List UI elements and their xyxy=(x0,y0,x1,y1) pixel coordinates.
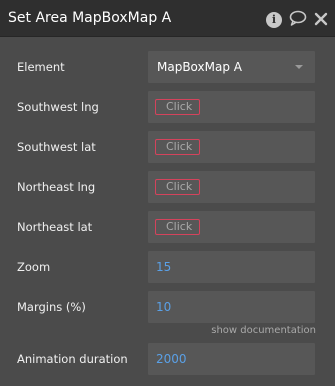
row-northeast-lng: Northeast lng Click xyxy=(0,171,335,203)
field-label: Southwest lat xyxy=(17,140,96,154)
click-button[interactable]: Click xyxy=(155,139,200,155)
southwest-lat-field[interactable]: Click xyxy=(148,131,315,163)
click-button[interactable]: Click xyxy=(155,179,200,195)
panel-header: Set Area MapBoxMap A i xyxy=(0,0,335,37)
click-button[interactable]: Click xyxy=(155,219,200,235)
click-button[interactable]: Click xyxy=(155,99,200,115)
chevron-down-icon xyxy=(295,65,303,69)
animation-duration-field[interactable]: 2000 xyxy=(148,343,315,375)
field-label: Zoom xyxy=(17,260,51,274)
northeast-lng-field[interactable]: Click xyxy=(148,171,315,203)
row-margins: Margins (%) 10 xyxy=(0,291,335,323)
southwest-lng-field[interactable]: Click xyxy=(148,91,315,123)
northeast-lat-field[interactable]: Click xyxy=(148,211,315,243)
margins-field[interactable]: 10 xyxy=(148,291,315,323)
field-label: Element xyxy=(17,60,65,74)
info-icon[interactable]: i xyxy=(266,12,282,28)
panel-title: Set Area MapBoxMap A xyxy=(8,10,172,26)
zoom-field[interactable]: 15 xyxy=(148,251,315,283)
row-element: Element MapBoxMap A xyxy=(0,51,335,83)
field-label: Southwest lng xyxy=(17,100,99,114)
row-southwest-lng: Southwest lng Click xyxy=(0,91,335,123)
field-label: Northeast lat xyxy=(17,220,93,234)
row-northeast-lat: Northeast lat Click xyxy=(0,211,335,243)
field-label: Northeast lng xyxy=(17,180,96,194)
action-panel: Set Area MapBoxMap A i Element MapBoxMap… xyxy=(0,0,335,386)
element-dropdown[interactable]: MapBoxMap A xyxy=(148,51,315,83)
row-zoom: Zoom 15 xyxy=(0,251,335,283)
field-label: Margins (%) xyxy=(17,300,86,314)
comment-icon[interactable] xyxy=(289,10,307,30)
header-icons: i xyxy=(266,10,328,30)
field-label: Animation duration xyxy=(17,352,128,366)
row-southwest-lat: Southwest lat Click xyxy=(0,131,335,163)
show-documentation-link[interactable]: show documentation xyxy=(211,325,316,336)
dropdown-value: MapBoxMap A xyxy=(157,60,242,74)
row-animation-duration: Animation duration 2000 xyxy=(0,343,335,375)
close-icon[interactable] xyxy=(314,11,328,30)
